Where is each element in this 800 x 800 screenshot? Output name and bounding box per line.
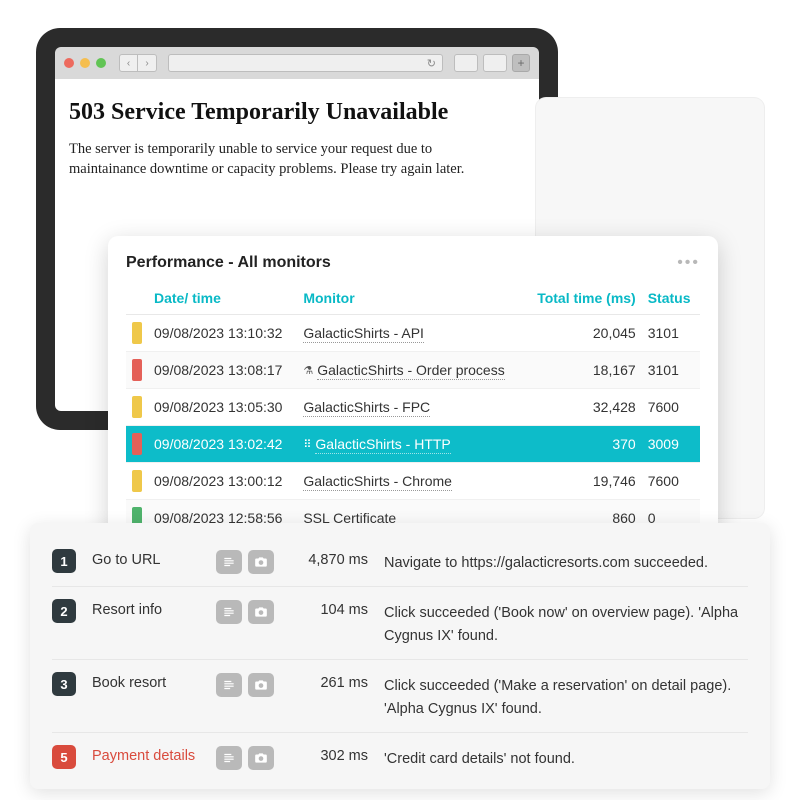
cell-status: 3101	[642, 352, 700, 389]
url-bar[interactable]: ↻	[168, 54, 443, 72]
cell-datetime: 09/08/2023 13:08:17	[148, 352, 297, 389]
transaction-steps-card: 1 Go to URL 4,870 ms Navigate to https://ga…	[30, 523, 770, 789]
step-number-badge: 2	[52, 599, 76, 623]
cell-status: 7600	[642, 463, 700, 500]
cell-total-time: 18,167	[524, 352, 642, 389]
cell-total-time: 32,428	[524, 389, 642, 426]
panel-title: Performance - All monitors	[126, 254, 331, 272]
cell-total-time: 20,045	[524, 315, 642, 352]
status-color-icon	[132, 433, 142, 455]
flask-icon: ⚗	[303, 364, 313, 377]
browser-tab[interactable]	[483, 54, 507, 72]
window-zoom-icon[interactable]	[96, 58, 106, 68]
cell-monitor[interactable]: ⚗GalacticShirts - Order process	[297, 352, 524, 389]
status-color-icon	[132, 359, 142, 381]
cell-datetime: 09/08/2023 13:05:30	[148, 389, 297, 426]
col-status[interactable]: Status	[642, 284, 700, 315]
step-number-badge: 5	[52, 745, 76, 769]
table-row[interactable]: 09/08/2023 13:00:12GalacticShirts - Chro…	[126, 463, 700, 500]
step-name: Book resort	[92, 672, 200, 691]
cell-monitor[interactable]: GalacticShirts - API	[297, 315, 524, 352]
step-number-badge: 1	[52, 549, 76, 573]
step-row[interactable]: 3 Book resort 261 ms Click succeeded ('Make…	[52, 660, 748, 733]
step-name: Go to URL	[92, 549, 200, 568]
screenshot-icon[interactable]	[248, 673, 274, 697]
table-row[interactable]: 09/08/2023 13:02:42⠿GalacticShirts - HTT…	[126, 426, 700, 463]
cell-total-time: 370	[524, 426, 642, 463]
step-message: Navigate to https://galacticresorts.com …	[384, 549, 748, 574]
col-datetime[interactable]: Date/ time	[148, 284, 297, 315]
cell-datetime: 09/08/2023 13:02:42	[148, 426, 297, 463]
cell-status: 3101	[642, 315, 700, 352]
more-options-icon[interactable]: •••	[677, 254, 700, 272]
step-number-badge: 3	[52, 672, 76, 696]
nav-forward-button[interactable]: ›	[138, 54, 157, 72]
cell-status: 3009	[642, 426, 700, 463]
cell-total-time: 19,746	[524, 463, 642, 500]
cell-monitor[interactable]: GalacticShirts - FPC	[297, 389, 524, 426]
cell-datetime: 09/08/2023 13:00:12	[148, 463, 297, 500]
cell-datetime: 09/08/2023 13:10:32	[148, 315, 297, 352]
screenshot-icon[interactable]	[248, 550, 274, 574]
table-row[interactable]: 09/08/2023 13:05:30GalacticShirts - FPC3…	[126, 389, 700, 426]
table-row[interactable]: 09/08/2023 13:08:17⚗GalacticShirts - Ord…	[126, 352, 700, 389]
status-color-icon	[132, 470, 142, 492]
log-icon[interactable]	[216, 746, 242, 770]
step-row[interactable]: 5 Payment details 302 ms 'Credit card detai…	[52, 733, 748, 782]
col-monitor[interactable]: Monitor	[297, 284, 524, 315]
step-duration: 4,870 ms	[290, 549, 368, 568]
step-message: Click succeeded ('Make a reservation' on…	[384, 672, 748, 720]
drag-handle-icon: ⠿	[303, 438, 311, 451]
log-icon[interactable]	[216, 550, 242, 574]
step-message: 'Credit card details' not found.	[384, 745, 748, 770]
col-total[interactable]: Total time (ms)	[524, 284, 642, 315]
cell-monitor[interactable]: ⠿GalacticShirts - HTTP	[297, 426, 524, 463]
step-row[interactable]: 2 Resort info 104 ms Click succeeded ('Book…	[52, 587, 748, 660]
log-icon[interactable]	[216, 673, 242, 697]
error-body: The server is temporarily unable to serv…	[69, 140, 499, 179]
reload-icon[interactable]: ↻	[427, 57, 436, 70]
nav-back-button[interactable]: ‹	[119, 54, 138, 72]
screenshot-icon[interactable]	[248, 746, 274, 770]
status-color-icon	[132, 396, 142, 418]
new-tab-button[interactable]: +	[512, 54, 530, 72]
error-title: 503 Service Temporarily Unavailable	[69, 99, 525, 126]
browser-chrome-bar: ‹ › ↻ +	[55, 47, 539, 79]
status-color-icon	[132, 322, 142, 344]
table-row[interactable]: 09/08/2023 13:10:32GalacticShirts - API2…	[126, 315, 700, 352]
window-minimize-icon[interactable]	[80, 58, 90, 68]
step-row[interactable]: 1 Go to URL 4,870 ms Navigate to https://ga…	[52, 537, 748, 587]
step-duration: 261 ms	[290, 672, 368, 691]
log-icon[interactable]	[216, 600, 242, 624]
cell-status: 7600	[642, 389, 700, 426]
step-duration: 104 ms	[290, 599, 368, 618]
cell-monitor[interactable]: GalacticShirts - Chrome	[297, 463, 524, 500]
traffic-lights	[64, 58, 106, 68]
step-name: Resort info	[92, 599, 200, 618]
screenshot-icon[interactable]	[248, 600, 274, 624]
window-close-icon[interactable]	[64, 58, 74, 68]
nav-back-forward: ‹ ›	[119, 54, 157, 72]
browser-tab[interactable]	[454, 54, 478, 72]
step-message: Click succeeded ('Book now' on overview …	[384, 599, 748, 647]
step-name: Payment details	[92, 745, 200, 764]
step-duration: 302 ms	[290, 745, 368, 764]
